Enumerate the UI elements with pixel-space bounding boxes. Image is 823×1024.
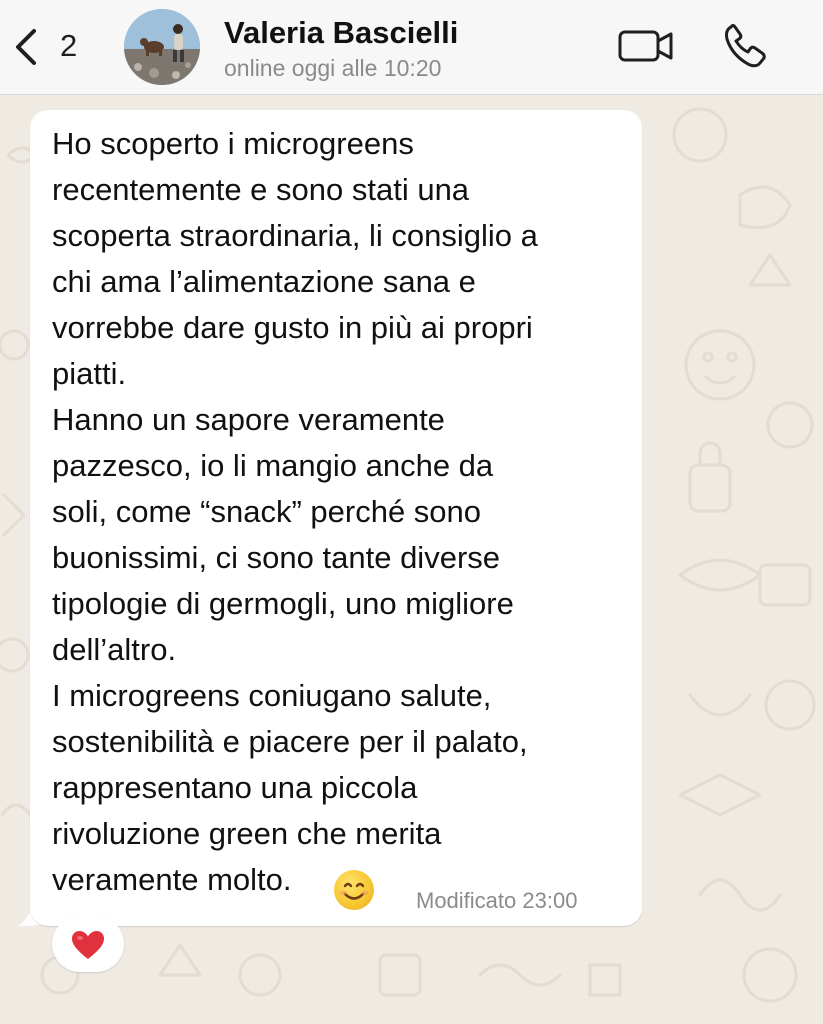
message-line: piatti. [52, 356, 127, 391]
message-line: dell’altro. [52, 632, 177, 667]
message-bubble[interactable]: Ho scoperto i microgreens recentemente e… [30, 110, 642, 926]
unread-count[interactable]: 2 [60, 28, 77, 64]
message-timestamp: Modificato 23:00 [416, 888, 578, 913]
message-line: scoperta straordinaria, li consiglio a [52, 218, 538, 253]
message-line: buonissimi, ci sono tante diverse [52, 540, 501, 575]
message-line: Ho scoperto i microgreens [52, 126, 414, 161]
contact-name[interactable]: Valeria Bascielli [224, 14, 458, 52]
message-line: rappresentano una piccola [52, 770, 418, 805]
message-line: I microgreens coniugano salute, [52, 678, 492, 713]
message-line: rivoluzione green che merita [52, 816, 442, 851]
smiling-face-emoji-icon [334, 870, 374, 910]
message-line: soli, come “snack” perché sono [52, 494, 482, 529]
chat-header: 2 Valeria Bascielli online oggi alle 10:… [0, 0, 823, 95]
message-line: vorrebbe dare gusto in più ai propri [52, 310, 533, 345]
message-line: chi ama l’alimentazione sana e [52, 264, 476, 299]
phone-icon[interactable] [722, 23, 770, 69]
message-line: recentemente e sono stati una [52, 172, 470, 207]
red-heart-icon [72, 931, 104, 959]
message-line: Hanno un sapore veramente [52, 402, 445, 437]
message-line: sostenibilità e piacere per il palato, [52, 724, 528, 759]
message-line: tipologie di germogli, uno migliore [52, 586, 514, 621]
chevron-left-icon[interactable] [10, 27, 44, 67]
reaction-badge[interactable] [52, 916, 124, 972]
contact-status: online oggi alle 10:20 [224, 55, 442, 81]
message-line: pazzesco, io li mangio anche da [52, 448, 494, 483]
avatar[interactable] [124, 9, 200, 85]
video-camera-icon[interactable] [617, 26, 675, 66]
message-line: veramente molto. [52, 862, 292, 897]
